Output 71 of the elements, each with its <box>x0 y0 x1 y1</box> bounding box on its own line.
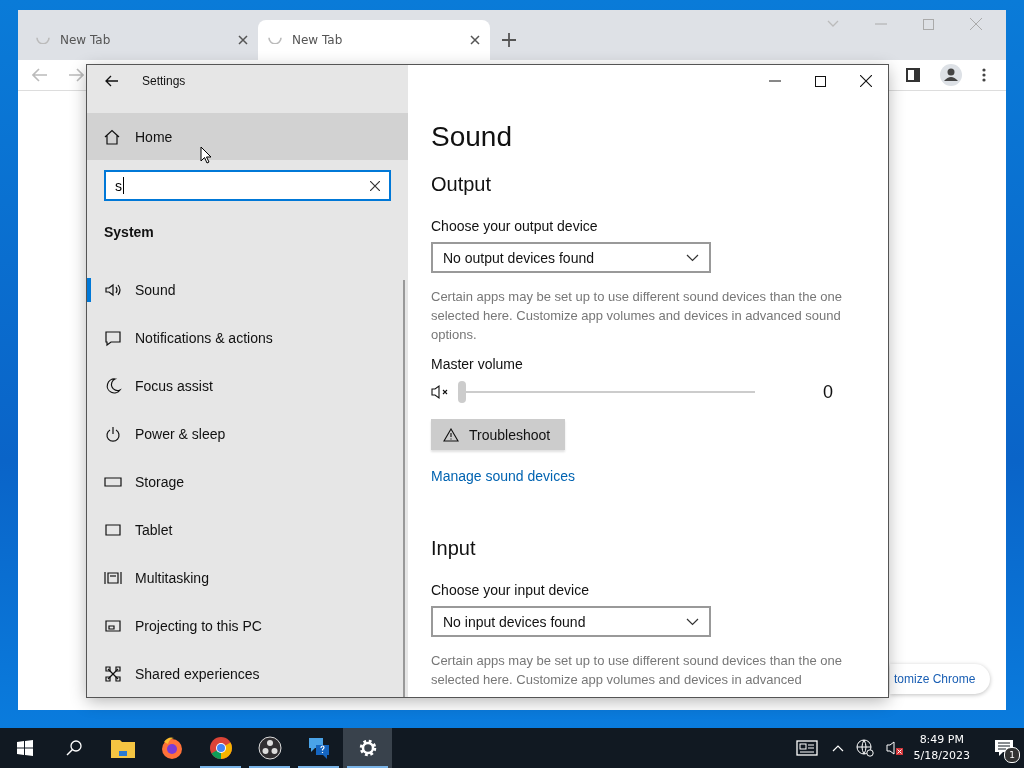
network-icon <box>104 665 122 683</box>
loading-icon <box>268 36 282 44</box>
browser-tab[interactable]: New Tab <box>258 20 490 60</box>
nav-item[interactable]: Power & sleep <box>87 410 408 458</box>
speech-box-icon <box>104 329 122 347</box>
manage-devices-link[interactable]: Manage sound devices <box>431 468 575 484</box>
muted-speaker-icon[interactable] <box>885 740 904 756</box>
chevron-down-icon <box>686 617 699 626</box>
input-device-dropdown[interactable]: No input devices found <box>431 606 711 637</box>
news-icon[interactable] <box>795 740 820 756</box>
volume-slider[interactable] <box>458 381 755 403</box>
nav-item[interactable]: Sound <box>87 266 408 314</box>
output-device-dropdown[interactable]: No output devices found <box>431 242 711 273</box>
new-tab-icon[interactable] <box>502 33 516 47</box>
page-heading: Sound <box>431 121 513 153</box>
nav-item[interactable]: Multitasking <box>87 554 408 602</box>
window-title: Settings <box>142 74 186 88</box>
description-text: Certain apps may be set up to use different sound devices than the one selected here. Customize app volumes and devices in advanced <box>431 652 843 689</box>
nav-item[interactable]: Projecting to this PC <box>87 602 408 650</box>
chevron-up-icon[interactable] <box>831 744 844 752</box>
taskbar-app[interactable] <box>343 728 392 768</box>
chevron-down-icon <box>686 253 699 262</box>
field-label: Master volume <box>431 356 524 372</box>
globe-icon[interactable] <box>855 739 874 757</box>
clock-time[interactable]: 8:49 PM <box>919 732 964 748</box>
search-icon <box>65 740 82 756</box>
volume-value: 0 <box>823 381 833 403</box>
section-heading: Output <box>431 173 493 196</box>
fox-globe-icon <box>159 736 184 760</box>
moon-icon <box>104 377 122 395</box>
warning-icon <box>443 427 459 442</box>
mouse-pointer-icon <box>200 146 212 164</box>
browser-tab[interactable]: New Tab <box>26 20 258 60</box>
close-icon[interactable] <box>860 75 872 87</box>
side-panel-icon[interactable] <box>906 68 920 82</box>
menu-icon[interactable] <box>982 68 986 82</box>
description-text: Certain apps may be set up to use different sound devices than the one selected here. Customize app volumes and devices in advanced sound options. <box>431 288 843 344</box>
search-field[interactable]: s <box>104 170 391 201</box>
nav-item[interactable]: Notifications & actions <box>87 314 408 362</box>
settings-icon <box>357 738 378 758</box>
loading-icon <box>36 36 50 44</box>
troubleshoot-button[interactable]: Troubleshoot <box>431 419 565 450</box>
question-bubble-icon <box>306 736 331 760</box>
slider-thumb[interactable] <box>458 381 466 403</box>
windows-logo-icon <box>16 740 33 756</box>
screen-icon <box>104 617 122 635</box>
nav-item[interactable]: Focus assist <box>87 362 408 410</box>
ring-icon <box>257 736 282 760</box>
clear-icon[interactable] <box>370 180 380 191</box>
nav-item[interactable]: Storage <box>87 458 408 506</box>
circle-wheel-icon <box>208 736 233 760</box>
house-icon <box>104 128 120 145</box>
section-heading: Input <box>431 537 477 560</box>
folder-icon <box>110 738 135 758</box>
back-arrow-icon[interactable] <box>105 75 119 87</box>
home-item[interactable]: Home <box>87 113 408 160</box>
screen-icon <box>104 521 122 539</box>
section-heading: System <box>103 223 155 242</box>
maximize-icon[interactable] <box>815 75 826 87</box>
field-label: Choose your output device <box>431 218 599 234</box>
clock-date[interactable]: 5/18/2023 <box>913 748 970 764</box>
screen-icon <box>104 569 122 587</box>
speaker-icon <box>104 281 122 299</box>
power-icon <box>104 425 122 443</box>
close-icon[interactable] <box>470 35 480 45</box>
nav-item[interactable]: Shared experiences <box>87 650 408 697</box>
customize-chrome-button[interactable]: tomize Chrome <box>890 664 990 694</box>
notification-count-badge: 1 <box>1004 747 1020 763</box>
profile-avatar-icon[interactable] <box>940 64 962 86</box>
nav-item[interactable]: Tablet <box>87 506 408 554</box>
field-label: Choose your input device <box>431 582 590 598</box>
